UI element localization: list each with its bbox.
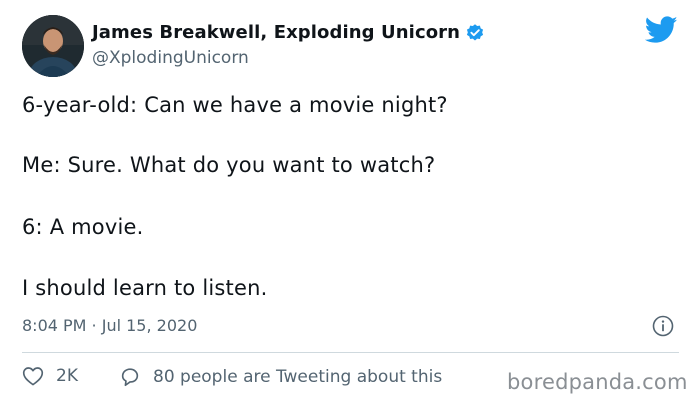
verified-badge-icon — [465, 23, 485, 43]
info-icon[interactable] — [652, 315, 674, 337]
speech-bubble-icon — [121, 368, 139, 387]
tweet-text-line-1: 6-year-old: Can we have a movie night? — [22, 93, 448, 117]
tweet-text-line-4: I should learn to listen. — [22, 276, 268, 300]
twitter-bird-icon[interactable] — [644, 16, 678, 44]
like-count: 2K — [56, 366, 78, 386]
like-button[interactable]: 2K — [22, 366, 78, 386]
heart-icon — [22, 367, 44, 386]
author-display-name[interactable]: James Breakwell, Exploding Unicorn — [92, 22, 460, 43]
tweet-text-line-2: Me: Sure. What do you want to watch? — [22, 153, 436, 177]
conversation-text: 80 people are Tweeting about this — [153, 367, 443, 387]
author-handle[interactable]: @XplodingUnicorn — [92, 48, 249, 68]
tweet-card: James Breakwell, Exploding Unicorn @Xplo… — [0, 0, 700, 406]
avatar-image — [22, 15, 84, 77]
watermark: boredpanda.com — [507, 370, 688, 394]
divider — [22, 352, 679, 353]
tweet-timestamp[interactable]: 8:04 PM · Jul 15, 2020 — [22, 316, 197, 335]
avatar[interactable] — [22, 15, 84, 77]
author-name-row[interactable]: James Breakwell, Exploding Unicorn — [92, 22, 485, 43]
tweet-text-line-3: 6: A movie. — [22, 215, 144, 239]
conversation-link[interactable]: 80 people are Tweeting about this — [119, 366, 442, 388]
